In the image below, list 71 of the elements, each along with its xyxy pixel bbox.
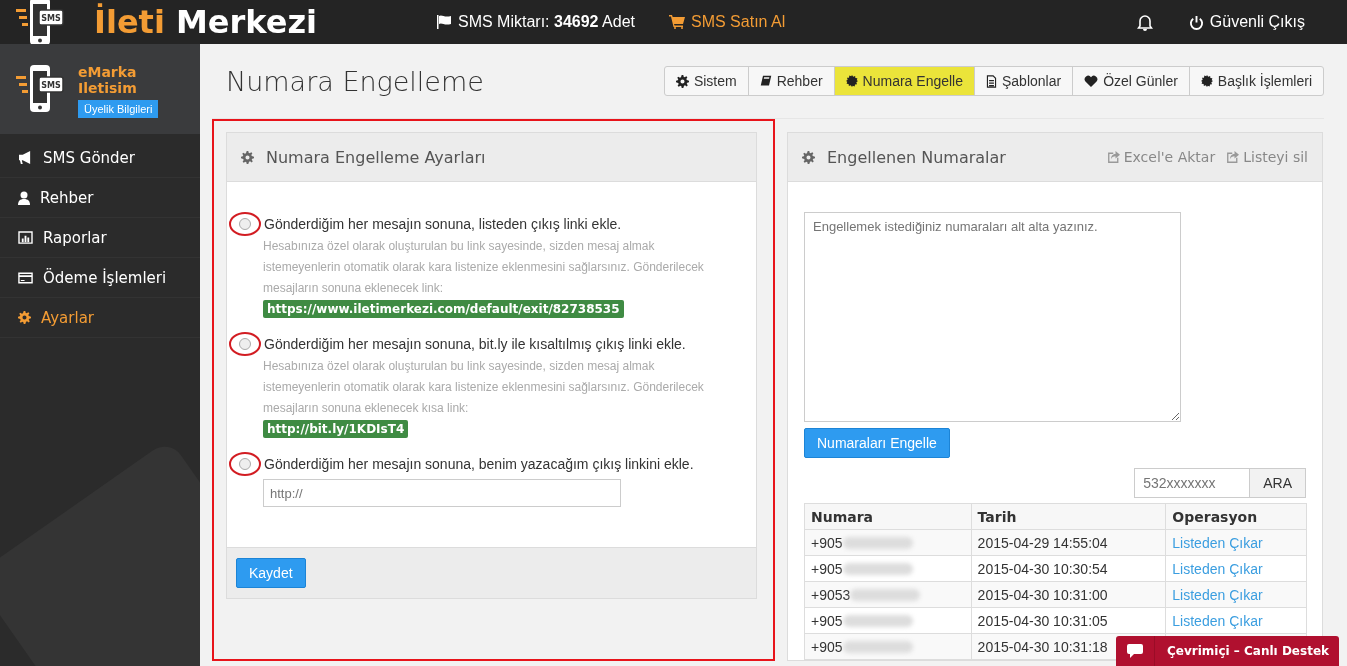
sidebar-item[interactable]: Ödeme İşlemleri: [0, 258, 200, 298]
phone-number: +9053: [811, 586, 851, 603]
blurred-digits: [842, 614, 913, 627]
column-header: Operasyon: [1165, 503, 1307, 530]
page-title: Numara Engelleme: [226, 65, 484, 97]
option-description: Hesabınıza özel olarak oluşturulan bu link sayesinde, sizden mesaj almak istemeyenlerin otomatik olarak kara listenize eklenmesini sağlarsınız. Gönderilecek mesajların sonuna eklenecek kısa link:: [263, 358, 705, 417]
gear-icon: [18, 311, 31, 324]
table-cell: 2015-04-30 10:30:54: [971, 555, 1166, 582]
panel-title: Engellenen Numaralar: [827, 147, 1006, 167]
exit-link-code: http://bit.ly/1KDIsT4: [263, 420, 409, 438]
book-icon: [759, 75, 772, 87]
user-icon: [18, 190, 30, 205]
panel-title: Numara Engelleme Ayarları: [266, 147, 486, 167]
column-header: Numara: [804, 503, 972, 530]
logo-text: İleti Merkezi: [94, 3, 318, 41]
sidebar-item[interactable]: Raporlar: [0, 218, 200, 258]
live-support-widget[interactable]: Çevrimiçi – Canlı Destek: [1116, 636, 1339, 666]
heart-icon: [1084, 75, 1099, 87]
bar-chart-icon: [18, 231, 33, 244]
radio-button[interactable]: [229, 212, 261, 236]
search-button[interactable]: ARA: [1250, 468, 1306, 498]
document-icon: [986, 74, 997, 88]
blurred-digits: [842, 640, 913, 653]
search-field[interactable]: 532xxxxxxx: [1134, 468, 1251, 498]
numbers-textarea[interactable]: Engellemek istediğiniz numaraları alt alta yazınız.: [804, 212, 1181, 422]
option-description: Hesabınıza özel olarak oluşturulan bu link sayesinde, sizden mesaj almak istemeyenlerin otomatik olarak kara listenize eklenmesini sağlarsınız. Gönderilecek mesajların sonuna eklenecek link:: [263, 238, 705, 297]
export-icon: [1107, 151, 1120, 163]
tab[interactable]: Sistem: [664, 67, 749, 95]
cart-icon: [669, 15, 685, 29]
chat-bubble-icon: [1126, 643, 1145, 659]
bell-icon[interactable]: [1136, 13, 1153, 31]
phone-number: +905: [811, 638, 843, 655]
sidebar-item[interactable]: SMS Gönder: [0, 138, 200, 178]
buy-sms-link[interactable]: SMS Satın Al: [669, 13, 786, 31]
tab[interactable]: Özel Günler: [1073, 67, 1190, 95]
phone-number: +905: [811, 534, 843, 551]
phone-number: +905: [811, 560, 843, 577]
flag-icon: [436, 15, 452, 29]
tab[interactable]: Başlık İşlemleri: [1189, 67, 1323, 95]
tab[interactable]: Şablonlar: [975, 67, 1074, 95]
radio-button[interactable]: [229, 452, 261, 476]
blurred-digits: [850, 588, 921, 601]
blurred-digits: [842, 562, 913, 575]
gear-icon: [802, 150, 815, 164]
gear-icon: [675, 74, 689, 88]
sidebar-item[interactable]: Rehber: [0, 178, 200, 218]
tab[interactable]: Rehber: [748, 67, 835, 95]
option-label: Gönderdiğim her mesajın sonuna, listeden çıkış linki ekle.: [264, 216, 622, 232]
megaphone-icon: [18, 151, 33, 164]
credit-card-icon: [18, 271, 33, 284]
custom-link-field[interactable]: http://: [263, 479, 621, 507]
sidebar-item[interactable]: Ayarlar: [0, 298, 200, 338]
table-cell: 2015-04-29 14:55:04: [971, 529, 1166, 556]
export-icon: [1227, 151, 1240, 163]
phone-number: +905: [811, 612, 843, 629]
exit-link-code: https://www.iletimerkezi.com/default/exit/82738535: [263, 300, 624, 318]
logout-link[interactable]: Güvenli Çıkış: [1188, 13, 1305, 31]
power-icon: [1188, 14, 1204, 30]
option-label: Gönderdiğim her mesajın sonuna, benim yazacağım çıkış linkini ekle.: [264, 456, 694, 472]
tab[interactable]: Numara Engelle: [834, 67, 975, 95]
table-cell: 2015-04-30 10:31:00: [971, 581, 1166, 608]
account-name: eMarka Iletisim: [78, 64, 138, 96]
sms-amount: SMS Miktarı: 34692 Adet: [458, 13, 635, 31]
gear-icon: [241, 150, 254, 164]
column-header: Tarih: [971, 503, 1166, 530]
badge-icon: [845, 75, 858, 87]
radio-button[interactable]: [229, 332, 261, 356]
blurred-digits: [842, 536, 913, 549]
table-cell: 2015-04-30 10:31:05: [971, 607, 1166, 634]
option-label: Gönderdiğim her mesajın sonuna, bit.ly ile kısaltılmış çıkış linki ekle.: [264, 336, 686, 352]
badge-icon: [1200, 75, 1213, 87]
